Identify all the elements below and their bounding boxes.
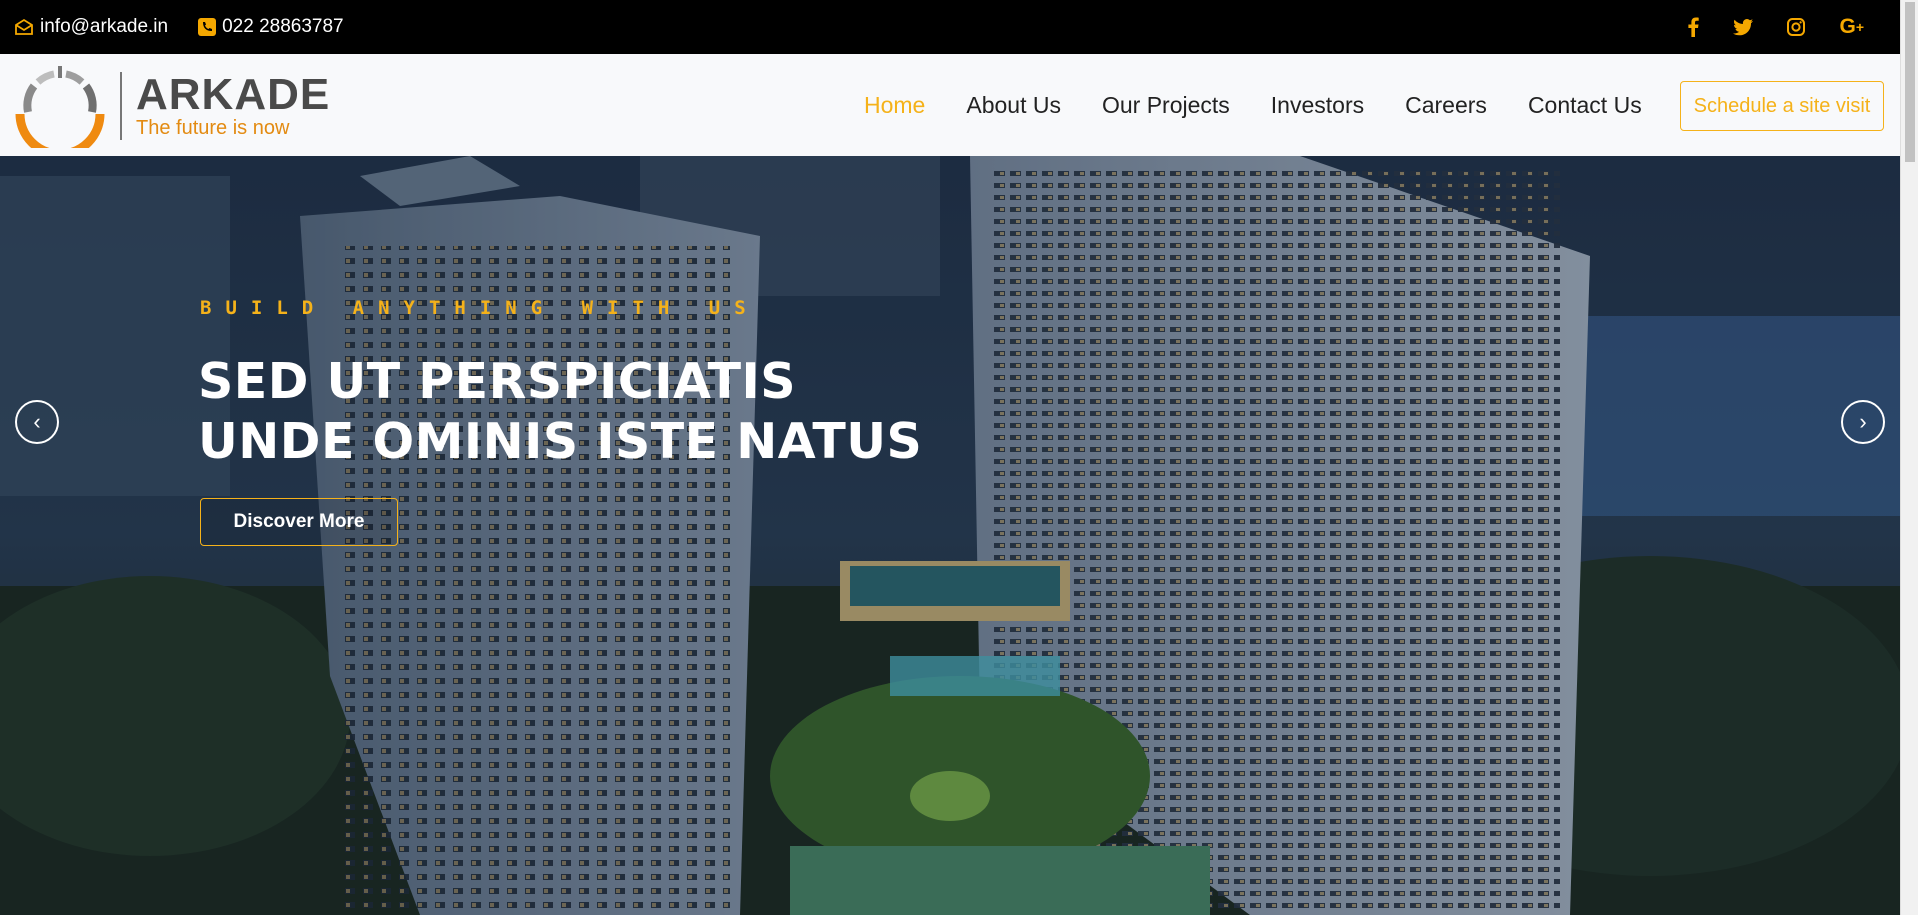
page-scrollbar[interactable] [1900, 0, 1918, 915]
instagram-icon[interactable] [1787, 18, 1806, 36]
logo-tagline: The future is now [136, 117, 290, 139]
facebook-icon[interactable] [1687, 17, 1700, 37]
logo-mark-icon [15, 66, 105, 148]
discover-more-button[interactable]: Discover More [200, 498, 398, 546]
envelope-icon [14, 18, 34, 36]
chevron-left-icon: ‹ [33, 409, 41, 434]
main-nav: Home About Us Our Projects Investors Car… [864, 54, 1642, 156]
chevron-right-icon: › [1859, 409, 1867, 434]
scrollbar-thumb[interactable] [1905, 2, 1915, 162]
nav-careers[interactable]: Careers [1405, 92, 1487, 119]
nav-investors[interactable]: Investors [1271, 92, 1364, 119]
nav-contact-us[interactable]: Contact Us [1528, 92, 1642, 119]
main-header: ARKADE The future is now Home About Us O… [0, 54, 1900, 156]
google-plus-icon[interactable]: G + [1839, 15, 1864, 39]
top-contact-bar: info@arkade.in 022 28863787 G + [0, 0, 1900, 54]
logo-name: ARKADE [136, 70, 331, 119]
email-text: info@arkade.in [40, 16, 169, 37]
phone-text: 022 28863787 [222, 16, 344, 37]
logo-divider [120, 72, 122, 140]
twitter-icon[interactable] [1733, 18, 1754, 36]
nav-our-projects[interactable]: Our Projects [1102, 92, 1230, 119]
email-contact[interactable]: info@arkade.in [14, 16, 168, 38]
logo[interactable]: ARKADE The future is now [14, 64, 330, 148]
hero-eyebrow: BUILD ANYTHING WITH US [200, 297, 760, 319]
phone-icon [198, 18, 217, 36]
hero-headline-line-2: UNDE OMINIS ISTE NATUS [198, 413, 923, 470]
nav-home[interactable]: Home [864, 92, 925, 119]
phone-contact[interactable]: 022 28863787 [198, 16, 344, 38]
hero-headline-line-1: SED UT PERSPICIATIS [198, 353, 797, 410]
social-links: G + [1687, 0, 1864, 54]
slider-prev-button[interactable]: ‹ [15, 400, 59, 444]
nav-about-us[interactable]: About Us [966, 92, 1061, 119]
hero-slider: BUILD ANYTHING WITH US SED UT PERSPICIAT… [0, 156, 1900, 915]
schedule-site-visit-button[interactable]: Schedule a site visit [1680, 81, 1884, 131]
hero-headline: SED UT PERSPICIATIS UNDE OMINIS ISTE NAT… [198, 352, 922, 472]
slider-next-button[interactable]: › [1841, 400, 1885, 444]
